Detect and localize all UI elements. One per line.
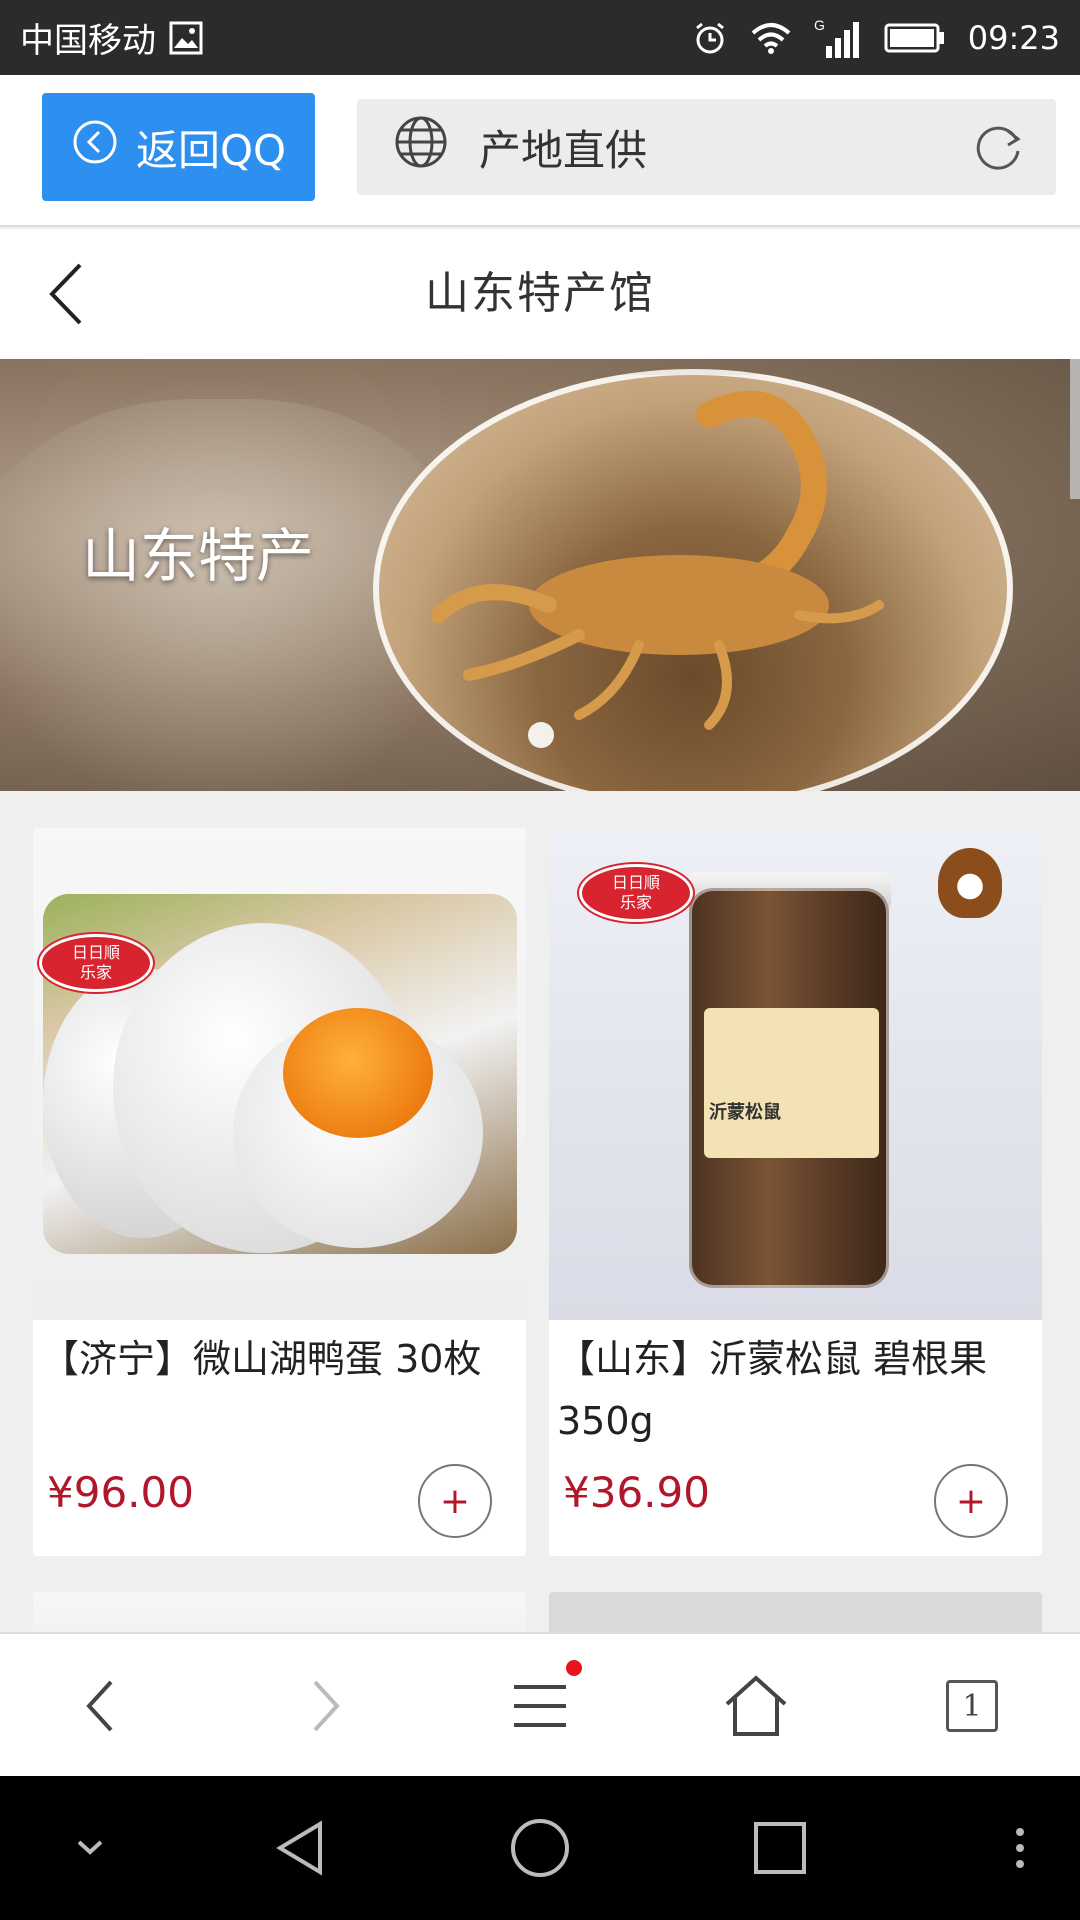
globe-icon: [393, 114, 449, 180]
status-time: 09:23: [967, 18, 1060, 57]
refresh-icon[interactable]: [968, 117, 1028, 187]
back-to-qq-label: 返回QQ: [136, 125, 287, 175]
brand-badge: 日日順 乐家: [579, 864, 693, 922]
page-title: 山东特产馆: [425, 268, 655, 319]
product-image-pecans[interactable]: 沂蒙松鼠 日日順 乐家: [549, 828, 1042, 1320]
product-price: ¥96.00: [47, 1468, 194, 1517]
badge-line: 乐家: [619, 893, 652, 912]
tabs-count: 1: [946, 1680, 998, 1732]
recents-square-icon[interactable]: [730, 1776, 830, 1920]
browser-address-bar: 返回QQ 产地直供: [0, 75, 1080, 227]
url-text: 产地直供: [479, 125, 648, 175]
product-name[interactable]: 【山东】沂蒙松鼠 碧根果350g: [557, 1328, 1034, 1452]
back-to-qq-button[interactable]: 返回QQ: [42, 93, 315, 201]
home-icon[interactable]: [696, 1634, 816, 1778]
badge-line: 乐家: [79, 963, 112, 982]
product-name[interactable]: 【济宁】微山湖鸭蛋 30枚: [41, 1328, 518, 1390]
product-card[interactable]: 日日順 乐家 【济宁】微山湖鸭蛋 30枚 ¥96.00 +: [33, 828, 526, 1556]
chevron-left-icon[interactable]: [40, 259, 100, 329]
product-price: ¥36.90: [563, 1468, 710, 1517]
menu-icon[interactable]: [480, 1634, 600, 1778]
signal-icon: G: [814, 16, 862, 60]
squirrel-logo-icon: [938, 848, 1002, 918]
browser-toolbar: 1: [0, 1632, 1080, 1776]
url-input[interactable]: 产地直供: [357, 99, 1056, 195]
badge-line: 日日順: [611, 873, 660, 892]
yolk-shape: [283, 1008, 433, 1138]
svg-text:G: G: [814, 17, 825, 33]
collapse-icon[interactable]: [60, 1776, 120, 1920]
wifi-icon: [750, 21, 792, 55]
page-header: 山东特产馆: [0, 229, 1080, 359]
jar-label-text: 沂蒙松鼠: [709, 1102, 781, 1123]
alarm-icon: [692, 20, 728, 56]
carrier-name: 中国移动: [20, 21, 156, 61]
product-card[interactable]: 沂蒙松鼠 日日順 乐家 【山东】沂蒙松鼠 碧根果350g ¥36.90 +: [549, 828, 1042, 1556]
gallery-icon: [168, 20, 204, 56]
system-nav-bar: [0, 1776, 1080, 1920]
badge-line: 日日順: [71, 943, 120, 962]
more-dots-icon[interactable]: [990, 1776, 1050, 1920]
arrow-right-icon[interactable]: [264, 1634, 384, 1778]
banner-title: 山东特产: [82, 522, 315, 590]
tabs-button[interactable]: 1: [912, 1634, 1032, 1778]
product-image-duck-eggs[interactable]: 日日順 乐家: [33, 828, 526, 1320]
brand-badge: 日日順 乐家: [39, 934, 153, 992]
scrollbar[interactable]: [1070, 359, 1080, 499]
add-to-cart-button[interactable]: +: [418, 1464, 492, 1538]
jar-label-shape: [704, 1008, 879, 1158]
arrow-left-icon[interactable]: [42, 1634, 162, 1778]
back-triangle-icon[interactable]: [250, 1776, 350, 1920]
notification-dot: [566, 1660, 582, 1676]
home-circle-icon[interactable]: [490, 1776, 590, 1920]
circle-chevron-left-icon: [72, 119, 118, 175]
add-to-cart-button[interactable]: +: [934, 1464, 1008, 1538]
banner-scorpion-image: [373, 369, 1013, 791]
battery-icon: [884, 21, 946, 55]
carousel-dot[interactable]: [528, 722, 554, 748]
status-bar: 中国移动 G 09:23: [0, 0, 1080, 75]
